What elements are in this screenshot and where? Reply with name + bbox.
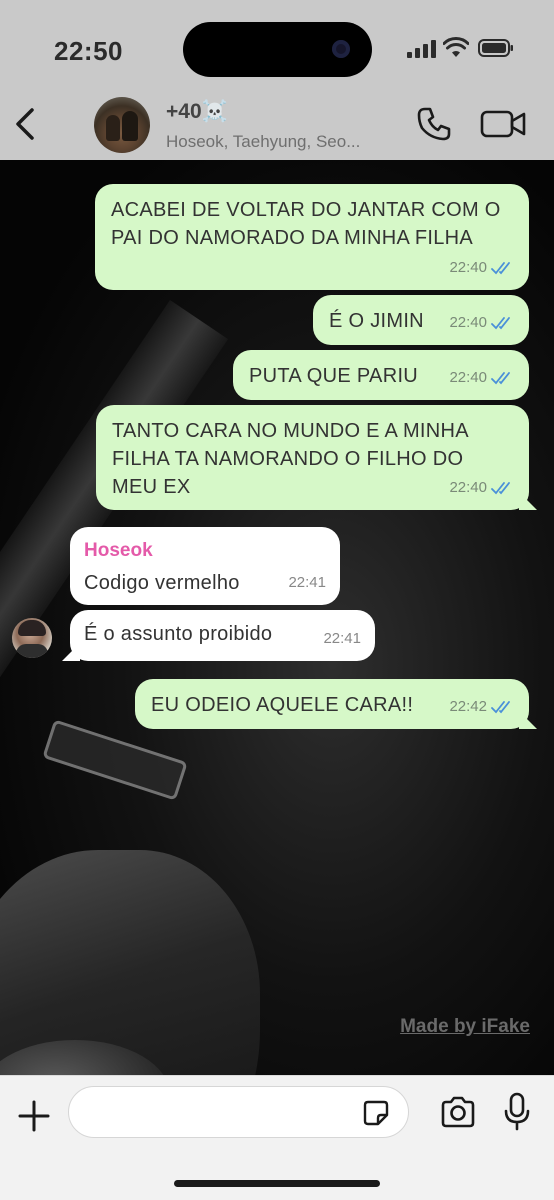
status-time: 22:50 <box>54 36 123 66</box>
sender-avatar[interactable] <box>12 618 52 658</box>
home-indicator <box>174 1180 380 1187</box>
message-bubble-outgoing[interactable]: TANTO CARA NO MUNDO E A MINHA FILHA TA N… <box>96 405 529 510</box>
message-time: 22:42 <box>449 698 487 715</box>
message-text: TANTO CARA NO MUNDO E A MINHA FILHA TA N… <box>112 420 468 498</box>
message-time: 22:40 <box>449 314 487 331</box>
cellular-signal-icon <box>407 40 437 58</box>
battery-icon <box>478 39 513 57</box>
read-receipt-icon <box>491 262 510 275</box>
wallpaper-guitar-body <box>0 850 260 1075</box>
message-bubble-outgoing[interactable]: EU ODEIO AQUELE CARA!! 22:42 <box>135 679 529 729</box>
message-meta: 22:40 <box>449 364 515 392</box>
message-time: 22:40 <box>449 259 487 276</box>
watermark: Made by iFake <box>400 1016 530 1037</box>
message-input-container[interactable] <box>68 1086 409 1138</box>
message-meta: 22:42 <box>449 693 515 721</box>
message-text: É O JIMIN <box>329 310 424 332</box>
video-camera-icon[interactable] <box>480 108 526 140</box>
message-meta: 22:40 <box>449 309 515 337</box>
dynamic-island <box>183 22 372 77</box>
phone-icon[interactable] <box>416 106 452 142</box>
message-meta: 22:40 <box>449 474 515 502</box>
message-text: Codigo vermelho <box>84 572 240 594</box>
message-time: 22:41 <box>288 574 326 591</box>
read-receipt-icon <box>491 482 510 495</box>
chat-members[interactable]: Hoseok, Taehyung, Seo... <box>166 132 360 152</box>
message-time: 22:40 <box>449 369 487 386</box>
message-input[interactable] <box>83 1095 353 1129</box>
sticker-icon[interactable] <box>362 1099 390 1127</box>
chat-wallpaper: ACABEI DE VOLTAR DO JANTAR COM O PAI DO … <box>0 160 554 1075</box>
wallpaper-guitar-pickup <box>42 719 188 801</box>
camera-icon[interactable] <box>440 1096 476 1128</box>
wifi-icon <box>443 37 469 57</box>
message-meta: 22:41 <box>288 569 326 597</box>
message-time: 22:41 <box>323 630 361 647</box>
message-text: ACABEI DE VOLTAR DO JANTAR COM O PAI DO … <box>111 199 501 249</box>
group-avatar[interactable] <box>94 97 150 153</box>
plus-icon[interactable] <box>16 1098 52 1134</box>
message-time: 22:40 <box>449 479 487 496</box>
message-bubble-outgoing[interactable]: É O JIMIN 22:40 <box>313 295 529 345</box>
read-receipt-icon <box>491 317 510 330</box>
message-text: PUTA QUE PARIU <box>249 365 419 387</box>
chat-title[interactable]: +40☠️ <box>166 100 228 124</box>
sender-name[interactable]: Hoseok <box>84 537 326 565</box>
microphone-icon[interactable] <box>503 1092 531 1132</box>
message-meta: 22:41 <box>323 625 361 653</box>
message-bubble-incoming[interactable]: É o assunto proibido 22:41 <box>70 610 375 661</box>
message-text: É o assunto proibido <box>84 623 273 645</box>
read-receipt-icon <box>491 701 510 714</box>
read-receipt-icon <box>491 372 510 385</box>
message-text: EU ODEIO AQUELE CARA!! <box>151 694 414 716</box>
chat-header: 22:50 +40☠️ Hoseok, Taehyung, Seo... <box>0 0 554 160</box>
message-bubble-incoming[interactable]: Hoseok Codigo vermelho 22:41 <box>70 527 340 605</box>
message-bubble-outgoing[interactable]: ACABEI DE VOLTAR DO JANTAR COM O PAI DO … <box>95 184 529 290</box>
chevron-left-icon[interactable] <box>10 104 40 144</box>
message-bubble-outgoing[interactable]: PUTA QUE PARIU 22:40 <box>233 350 529 400</box>
message-meta: 22:40 <box>449 254 515 282</box>
message-composer <box>0 1075 554 1200</box>
